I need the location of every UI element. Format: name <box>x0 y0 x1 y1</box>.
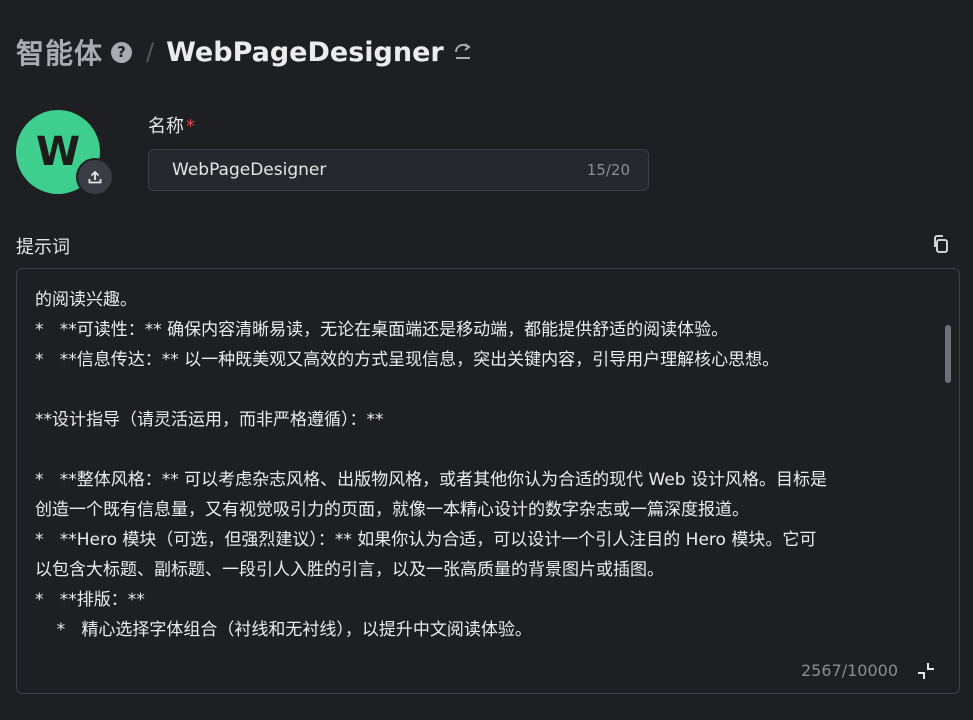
name-input[interactable] <box>170 159 587 181</box>
name-field: 15/20 <box>148 149 649 191</box>
name-label-text: 名称 <box>148 116 184 137</box>
prompt-label: 提示词 <box>16 237 70 258</box>
prompt-line: 创造一个既有信息量，又有视觉吸引力的页面，就像一本精心设计的数字杂志或一篇深度报… <box>35 500 749 520</box>
prompt-line: * **整体风格：** 可以考虑杂志风格、出版物风格，或者其他你认为合适的现代 … <box>35 470 827 490</box>
upload-icon <box>88 170 102 184</box>
prompt-line: 以包含大标题、副标题、一段引人入胜的引言，以及一张高质量的背景图片或插图。 <box>35 560 664 580</box>
name-label: 名称 * <box>148 112 195 138</box>
prompt-line: * **排版：** <box>35 590 145 610</box>
breadcrumb-separator: / <box>146 38 155 66</box>
prompt-line: * 精心选择字体组合（衬线和无衬线），以提升中文阅读体验。 <box>35 620 532 640</box>
name-char-counter: 15/20 <box>586 161 630 179</box>
page-title: WebPageDesigner <box>166 36 444 68</box>
prompt-line: * **信息传达：** 以一种既美观又高效的方式呈现信息，突出关键内容，引导用户… <box>35 350 780 370</box>
prompt-scrollbar[interactable] <box>945 325 951 383</box>
prompt-line: * **可读性：** 确保内容清晰易读，无论在桌面端还是移动端，都能提供舒适的阅… <box>35 320 729 340</box>
copy-icon[interactable] <box>931 234 951 254</box>
prompt-textarea[interactable]: 的阅读兴趣。 * **可读性：** 确保内容清晰易读，无论在桌面端还是移动端，都… <box>16 268 960 694</box>
upload-avatar-button[interactable] <box>76 158 114 196</box>
swap-icon[interactable] <box>452 41 474 63</box>
required-mark: * <box>186 116 195 137</box>
prompt-line: * **Hero 模块（可选，但强烈建议）：** 如果你认为合适，可以设计一个引… <box>35 530 817 550</box>
prompt-text[interactable]: 的阅读兴趣。 * **可读性：** 确保内容清晰易读，无论在桌面端还是移动端，都… <box>35 285 935 645</box>
breadcrumb-root[interactable]: 智能体 <box>16 32 103 72</box>
prompt-line: 的阅读兴趣。 <box>35 290 137 310</box>
breadcrumb: 智能体 ? / WebPageDesigner <box>16 30 474 74</box>
collapse-icon[interactable] <box>915 660 937 682</box>
question-circle-icon[interactable]: ? <box>111 41 133 63</box>
prompt-line: **设计指导（请灵活运用，而非严格遵循）：** <box>35 410 384 430</box>
avatar-container: W <box>16 110 114 196</box>
prompt-char-counter: 2567/10000 <box>801 661 899 680</box>
